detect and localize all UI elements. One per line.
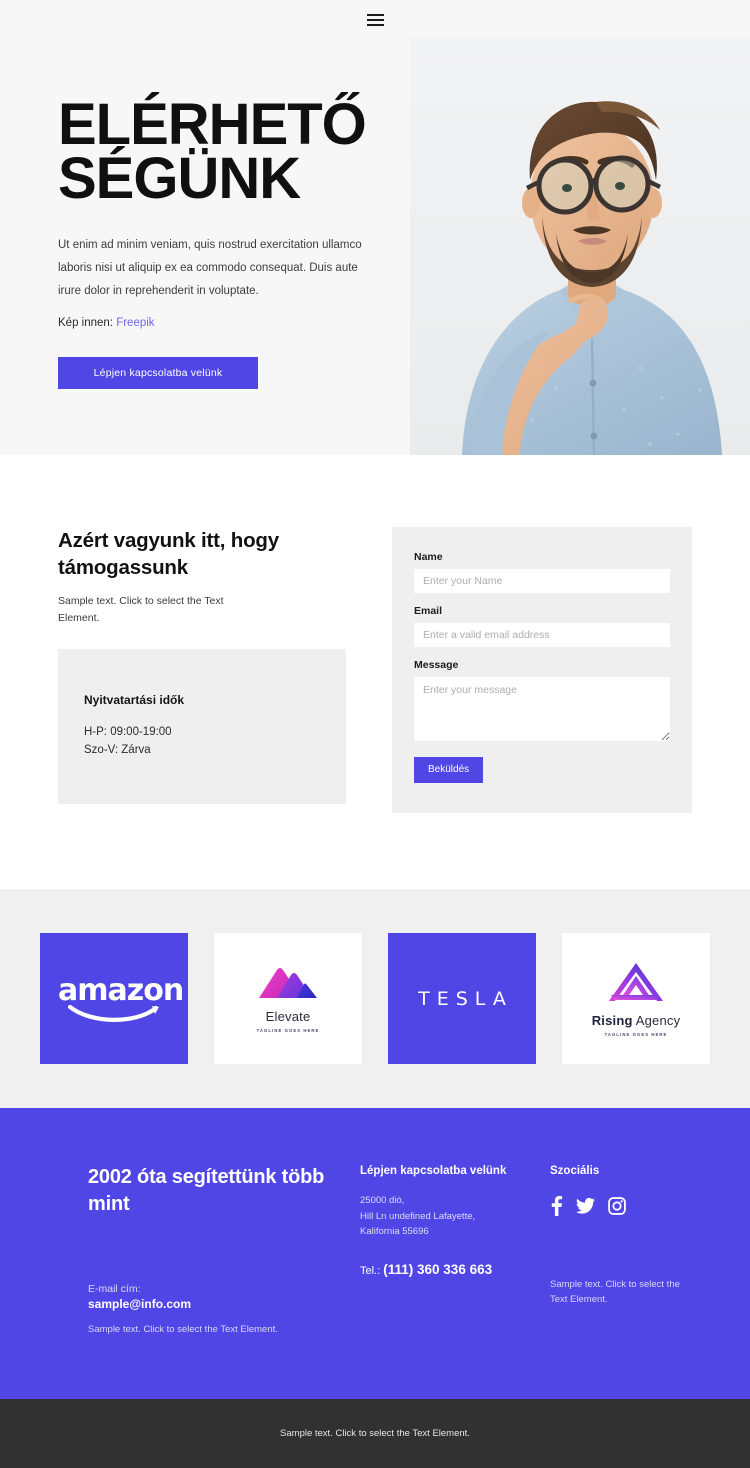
footer-column-about: 2002 óta segítettünk több mint E-mail cí… [30,1164,360,1337]
email-input[interactable] [414,623,670,647]
message-label: Message [414,659,459,671]
footer-heading: 2002 óta segítettünk több mint [88,1166,325,1215]
message-textarea[interactable] [414,677,670,741]
telephone-label: Tel.: [360,1264,381,1277]
facebook-icon[interactable] [550,1196,563,1217]
hero-title-line-2: SÉGÜNK [58,145,301,211]
hamburger-menu-icon[interactable] [366,14,384,26]
logo-amazon[interactable]: amazon [40,933,188,1064]
bottom-bar: Sample text. Click to select the Text El… [0,1399,750,1468]
email-label: Email [414,605,443,617]
hero-section: ELÉRHETŐ SÉGÜNK Ut enim ad minim veniam,… [0,0,750,455]
footer-social-note: Sample text. Click to select the Text El… [550,1279,680,1306]
logo-elevate[interactable]: Elevate TAGLINE GOES HERE [214,933,362,1064]
hamburger-bar [366,24,384,26]
hero-image [410,38,750,455]
hero-paragraph: Ut enim ad minim veniam, quis nostrud ex… [58,238,362,297]
footer-about-note: Sample text. Click to select the Text El… [88,1324,278,1336]
contact-info-column: Azért vagyunk itt, hogy támogassunk Samp… [58,527,346,813]
footer-social-heading: Szociális [550,1165,600,1177]
footer-email-label: E-mail cím: [88,1283,141,1296]
elevate-wordmark: Elevate [265,1008,311,1024]
bottom-bar-text: Sample text. Click to select the Text El… [280,1428,470,1440]
hero-copy: ELÉRHETŐ SÉGÜNK Ut enim ad minim veniam,… [58,96,398,389]
hamburger-bar [366,19,384,21]
instagram-icon[interactable] [608,1197,626,1216]
name-field-group: Name [414,551,670,593]
elevate-tagline: TAGLINE GOES HERE [256,1027,320,1033]
opening-hours-weekday: H-P: 09:00-19:00 [84,725,172,738]
rising-agency-wordmark: Rising Agency [592,1013,681,1028]
client-logos-section: amazon Elevate TAGLINE GOES HERE TESLA R… [0,889,750,1108]
address-line-3: Kalifornia 55696 [360,1226,429,1238]
footer-email-value[interactable]: sample@info.com [88,1297,360,1311]
name-input[interactable] [414,569,670,593]
contact-section: Azért vagyunk itt, hogy támogassunk Samp… [0,455,750,889]
name-label: Name [414,551,443,563]
footer-telephone[interactable]: Tel.: (111) 360 336 663 [360,1262,550,1277]
rising-agency-tagline: TAGLINE GOES HERE [604,1031,668,1037]
contact-subtext: Sample text. Click to select the Text El… [58,595,224,624]
header-nav [0,14,750,26]
opening-hours-card: Nyitvatartási idők H-P: 09:00-19:00 Szo-… [58,648,346,804]
footer-column-social: Szociális Sample text. Click to select t… [550,1164,720,1337]
amazon-wordmark: amazon [58,972,184,1008]
elevate-mark-icon [258,967,317,998]
message-field-group: Message [414,659,670,741]
footer: 2002 óta segítettünk több mint E-mail cí… [0,1108,750,1400]
footer-column-contact: Lépjen kapcsolatba velünk 25000 dió, Hil… [360,1164,550,1337]
rising-agency-mark-icon [608,962,663,1001]
hamburger-bar [366,14,384,16]
credit-label: Kép innen: [58,316,113,329]
contact-heading: Azért vagyunk itt, hogy támogassunk [58,529,279,580]
social-links [550,1196,720,1217]
submit-button[interactable]: Beküldés [414,757,484,783]
twitter-icon[interactable] [576,1196,595,1216]
contact-form-column: Name Email Message Beküldés [392,527,692,813]
rising-agency-word-light: Agency [635,1012,681,1028]
page-title: ELÉRHETŐ SÉGÜNK [58,96,398,208]
opening-hours-title: Nyitvatartási idők [84,692,185,707]
rising-agency-word-bold: Rising [591,1012,633,1028]
address-line-2: Hill Ln undefined Lafayette, [360,1210,476,1222]
contact-form: Name Email Message Beküldés [392,527,692,813]
logo-rising-agency[interactable]: Rising Agency TAGLINE GOES HERE [562,933,710,1064]
logo-tesla[interactable]: TESLA [388,933,536,1064]
hero-image-credit: Kép innen: Freepik [58,317,398,329]
contact-us-button[interactable]: Lépjen kapcsolatba velünk [58,356,258,389]
landing-page: ELÉRHETŐ SÉGÜNK Ut enim ad minim veniam,… [0,0,750,1468]
footer-contact-heading: Lépjen kapcsolatba velünk [360,1165,507,1177]
email-field-group: Email [414,605,670,647]
opening-hours-weekend: Szo-V: Zárva [84,744,151,757]
footer-address: 25000 dió, Hill Ln undefined Lafayette, … [360,1193,550,1239]
telephone-number: (111) 360 336 663 [383,1261,493,1277]
freepik-link[interactable]: Freepik [116,317,154,329]
address-line-1: 25000 dió, [360,1195,405,1207]
tesla-wordmark: TESLA [418,987,513,1010]
